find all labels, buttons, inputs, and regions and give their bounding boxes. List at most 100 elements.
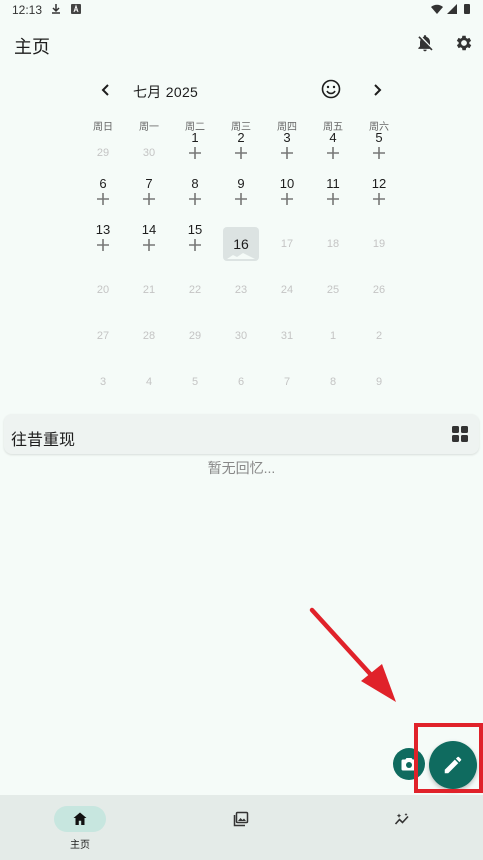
day-cell[interactable]: 28 xyxy=(129,329,169,369)
add-entry-button[interactable] xyxy=(234,146,248,160)
day-number: 5 xyxy=(375,130,383,145)
day-cell[interactable]: 8 xyxy=(175,177,215,217)
smiley-icon xyxy=(321,79,341,99)
day-cell[interactable]: 22 xyxy=(175,283,215,323)
add-entry-button[interactable] xyxy=(280,192,294,206)
add-entry-button[interactable] xyxy=(96,238,110,252)
mood-button[interactable] xyxy=(320,78,344,102)
memories-card: 往昔重现 xyxy=(4,414,479,454)
day-cell[interactable]: 4 xyxy=(313,131,353,171)
month-label: 七月 2025 xyxy=(133,84,199,100)
add-entry-button[interactable] xyxy=(372,146,386,160)
day-cell[interactable]: 25 xyxy=(313,283,353,323)
day-cell[interactable]: 3 xyxy=(83,375,123,415)
day-cell-today[interactable]: 16 xyxy=(223,227,259,261)
day-cell[interactable]: 29 xyxy=(175,329,215,369)
app-bar: 主页 xyxy=(0,22,483,64)
day-cell[interactable]: 9 xyxy=(359,375,399,415)
day-cell[interactable]: 12 xyxy=(359,177,399,217)
day-cell[interactable]: 13 xyxy=(83,223,123,263)
memories-view-toggle[interactable] xyxy=(451,425,469,443)
day-number: 2 xyxy=(237,130,245,145)
day-cell[interactable]: 26 xyxy=(359,283,399,323)
day-cell[interactable]: 7 xyxy=(129,177,169,217)
day-cell[interactable]: 14 xyxy=(129,223,169,263)
grid-view-icon xyxy=(452,426,468,442)
day-number: 21 xyxy=(142,284,156,296)
day-cell[interactable]: 6 xyxy=(221,375,261,415)
day-number: 23 xyxy=(234,284,248,296)
add-icon xyxy=(189,239,201,251)
day-number: 3 xyxy=(283,130,291,145)
nav-label-home: 主页 xyxy=(70,840,90,851)
add-entry-button[interactable] xyxy=(280,146,294,160)
day-number: 6 xyxy=(237,376,245,388)
status-time: 12:13 xyxy=(12,3,43,17)
day-number: 26 xyxy=(372,284,386,296)
day-cell[interactable]: 2 xyxy=(221,131,261,171)
day-cell[interactable]: 18 xyxy=(313,237,353,277)
day-cell[interactable]: 9 xyxy=(221,177,261,217)
add-icon xyxy=(97,193,109,205)
settings-button[interactable] xyxy=(452,31,476,55)
day-cell[interactable]: 10 xyxy=(267,177,307,217)
day-number: 9 xyxy=(237,176,245,191)
add-entry-button[interactable] xyxy=(142,238,156,252)
next-month-button[interactable] xyxy=(365,78,389,102)
add-entry-button[interactable] xyxy=(326,146,340,160)
day-cell[interactable]: 2 xyxy=(359,329,399,369)
day-cell[interactable]: 1 xyxy=(175,131,215,171)
add-entry-button[interactable] xyxy=(234,192,248,206)
day-number: 27 xyxy=(96,330,110,342)
day-cell[interactable]: 20 xyxy=(83,283,123,323)
add-entry-button[interactable] xyxy=(96,192,110,206)
notifications-off-button[interactable] xyxy=(413,31,437,55)
day-cell[interactable]: 11 xyxy=(313,177,353,217)
add-entry-button[interactable] xyxy=(188,238,202,252)
nav-item-home[interactable]: 主页 xyxy=(40,806,120,851)
battery-icon xyxy=(464,4,470,14)
add-entry-button[interactable] xyxy=(372,192,386,206)
day-number: 30 xyxy=(234,330,248,342)
bottom-nav: 主页 xyxy=(0,795,483,860)
day-cell[interactable]: 4 xyxy=(129,375,169,415)
add-entry-button[interactable] xyxy=(188,146,202,160)
day-cell[interactable]: 17 xyxy=(267,237,307,277)
add-icon xyxy=(189,147,201,159)
day-cell[interactable]: 5 xyxy=(359,131,399,171)
nav-item-gallery[interactable] xyxy=(201,806,281,832)
day-cell[interactable]: 6 xyxy=(83,177,123,217)
nav-item-insights[interactable] xyxy=(362,806,442,832)
day-cell[interactable]: 24 xyxy=(267,283,307,323)
day-number: 11 xyxy=(326,176,340,191)
add-entry-button[interactable] xyxy=(142,192,156,206)
day-cell[interactable]: 27 xyxy=(83,329,123,369)
previous-month-button[interactable] xyxy=(94,78,118,102)
annotation-arrow xyxy=(309,607,386,691)
day-cell[interactable]: 23 xyxy=(221,283,261,323)
day-cell[interactable]: 1 xyxy=(313,329,353,369)
day-cell[interactable]: 30 xyxy=(221,329,261,369)
day-cell[interactable]: 21 xyxy=(129,283,169,323)
day-number: 2 xyxy=(375,330,383,342)
day-number: 6 xyxy=(99,176,107,191)
weekday-label: 周日 xyxy=(93,122,113,133)
day-number: 24 xyxy=(280,284,294,296)
day-cell[interactable]: 8 xyxy=(313,375,353,415)
add-entry-button[interactable] xyxy=(188,192,202,206)
add-icon xyxy=(189,193,201,205)
add-icon xyxy=(97,239,109,251)
add-icon xyxy=(281,147,293,159)
add-entry-button[interactable] xyxy=(326,192,340,206)
signal-icon xyxy=(447,4,457,14)
annotation-arrowhead xyxy=(361,664,396,702)
day-cell[interactable]: 31 xyxy=(267,329,307,369)
day-cell[interactable]: 19 xyxy=(359,237,399,277)
add-icon xyxy=(281,193,293,205)
notifications-off-icon xyxy=(418,35,433,52)
day-cell[interactable]: 15 xyxy=(175,223,215,263)
day-number: 28 xyxy=(142,330,156,342)
day-cell[interactable]: 3 xyxy=(267,131,307,171)
day-cell[interactable]: 5 xyxy=(175,375,215,415)
day-cell[interactable]: 7 xyxy=(267,375,307,415)
